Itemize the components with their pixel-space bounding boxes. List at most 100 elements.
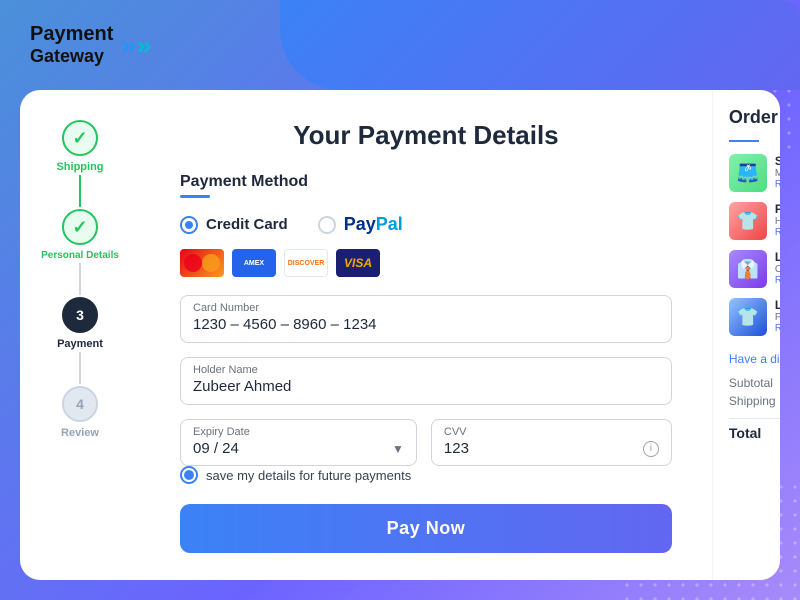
step-shipping: ✓ Shipping: [56, 120, 103, 173]
discount-label: Have a discount code ?: [729, 352, 780, 366]
step-payment-label: Payment: [57, 338, 103, 350]
card-number-wrapper: Card Number: [180, 295, 672, 343]
item-info-3: Levi's Printed Polo T-Shirt Remove: [775, 298, 780, 334]
item-thumb-1: 👕: [729, 202, 767, 240]
arrow-icon-1: »: [121, 32, 135, 58]
discount-code-row[interactable]: Have a discount code ?: [729, 352, 780, 366]
cvv-inner: i: [444, 440, 659, 457]
step-personal: ✓ Personal Details: [41, 209, 119, 261]
order-panel: Order ✕ 🩳 Shapes Mid Rise Casual Shorts …: [712, 90, 780, 580]
cvv-info-icon[interactable]: i: [643, 441, 659, 457]
step-personal-circle: ✓: [62, 209, 98, 245]
item-remove-1[interactable]: Remove: [775, 227, 780, 238]
step-payment-number: 3: [76, 307, 84, 323]
step-line-2: [79, 263, 81, 295]
credit-card-radio[interactable]: [180, 216, 198, 234]
item-name-3: Levi's: [775, 298, 780, 312]
pay-now-button[interactable]: Pay Now: [180, 504, 672, 553]
expiry-wrapper: Expiry Date ▼: [180, 419, 417, 466]
expiry-input[interactable]: [193, 440, 392, 457]
order-item-2: 👔 Levi's Checks Reversible Shirt Remove …: [729, 250, 780, 288]
expiry-field: Expiry Date ▼: [180, 419, 417, 466]
cvv-float-label: CVV: [444, 426, 659, 438]
payment-form: Your Payment Details Payment Method Cred…: [140, 90, 712, 580]
item-desc-2: Checks Reversible Shirt: [775, 264, 780, 275]
paypal-radio[interactable]: [318, 216, 336, 234]
holder-name-float-label: Holder Name: [193, 364, 659, 376]
main-card: ✓ Shipping ✓ Personal Details 3 Payment …: [20, 90, 780, 580]
paypal-logo: PayPal: [344, 214, 403, 235]
save-checkbox[interactable]: [180, 466, 198, 484]
item-desc-1: Half Sleeves Polo T-Shirt: [775, 216, 780, 227]
item-name-0: Shapes: [775, 154, 780, 168]
order-item-0: 🩳 Shapes Mid Rise Casual Shorts Remove 1…: [729, 154, 780, 192]
order-title: Order: [729, 107, 778, 128]
step-payment-circle: 3: [62, 297, 98, 333]
item-remove-2[interactable]: Remove: [775, 275, 780, 286]
paypal-logo-pay: Pay: [344, 214, 376, 234]
credit-card-option[interactable]: Credit Card: [180, 216, 288, 234]
item-name-2: Levi's: [775, 250, 780, 264]
step-payment: 3 Payment: [57, 297, 103, 350]
item-thumb-3: 👕: [729, 298, 767, 336]
save-label: save my details for future payments: [206, 468, 411, 483]
subtotal-label: Subtotal: [729, 376, 773, 390]
expiry-float-label: Expiry Date: [193, 426, 404, 438]
step-review-label: Review: [61, 427, 99, 439]
logo-text-line1: Payment: [30, 23, 113, 46]
order-header: Order ✕: [729, 106, 780, 128]
payment-method-underline: [180, 195, 210, 198]
step-review-circle: 4: [62, 386, 98, 422]
card-number-input[interactable]: [193, 316, 659, 333]
step-shipping-label: Shipping: [56, 161, 103, 173]
step-shipping-check-icon: ✓: [72, 128, 87, 149]
step-personal-label: Personal Details: [41, 250, 119, 261]
expiry-dropdown-icon[interactable]: ▼: [392, 442, 404, 456]
maestro-card-icon: [180, 249, 224, 277]
item-remove-0[interactable]: Remove: [775, 179, 780, 190]
arrow-icon-2: »: [137, 32, 151, 58]
step-line-3: [79, 352, 81, 384]
total-label: Total: [729, 425, 761, 441]
card-icons-row: AMEX DISCOVER VISA: [180, 249, 672, 277]
payment-methods-row: Credit Card PayPal: [180, 214, 672, 235]
paypal-logo-pal: Pal: [376, 214, 403, 234]
item-remove-3[interactable]: Remove: [775, 323, 780, 334]
card-number-float-label: Card Number: [193, 302, 659, 314]
holder-name-input[interactable]: [193, 378, 659, 395]
holder-name-group: Holder Name: [180, 357, 672, 405]
item-desc-0: Mid Rise Casual Shorts: [775, 168, 780, 179]
total-row: Total 5823.00: [729, 418, 780, 441]
holder-name-wrapper: Holder Name: [180, 357, 672, 405]
discover-card-icon: DISCOVER: [284, 249, 328, 277]
order-divider: [729, 140, 759, 142]
item-desc-3: Printed Polo T-Shirt: [775, 312, 780, 323]
save-checkbox-inner: [184, 470, 194, 480]
step-review: 4 Review: [61, 386, 99, 439]
cvv-field: CVV i: [431, 419, 672, 466]
item-info-1: Pepe Half Sleeves Polo T-Shirt Remove: [775, 202, 780, 238]
step-line-1: [79, 175, 81, 207]
step-personal-check-icon: ✓: [72, 217, 87, 238]
amex-card-icon: AMEX: [232, 249, 276, 277]
logo: Payment Gateway » »: [30, 23, 151, 67]
expiry-inner: ▼: [193, 440, 404, 457]
payment-title: Your Payment Details: [180, 120, 672, 151]
payment-method-label: Payment Method: [180, 173, 672, 191]
paypal-option[interactable]: PayPal: [318, 214, 403, 235]
card-number-group: Card Number: [180, 295, 672, 343]
save-details-row: save my details for future payments: [180, 466, 672, 484]
item-info-2: Levi's Checks Reversible Shirt Remove: [775, 250, 780, 286]
item-thumb-0: 🩳: [729, 154, 767, 192]
cvv-input[interactable]: [444, 440, 643, 457]
shipping-row: Shipping 0: [729, 394, 780, 408]
credit-card-label: Credit Card: [206, 216, 288, 233]
order-item-1: 👕 Pepe Half Sleeves Polo T-Shirt Remove …: [729, 202, 780, 240]
subtotal-row: Subtotal 5,823: [729, 376, 780, 390]
logo-arrows: » »: [121, 32, 151, 58]
shipping-label: Shipping: [729, 394, 776, 408]
order-item-3: 👕 Levi's Printed Polo T-Shirt Remove 1 ₹…: [729, 298, 780, 336]
step-shipping-circle: ✓: [62, 120, 98, 156]
item-info-0: Shapes Mid Rise Casual Shorts Remove: [775, 154, 780, 190]
logo-text-line2: Gateway: [30, 46, 113, 67]
